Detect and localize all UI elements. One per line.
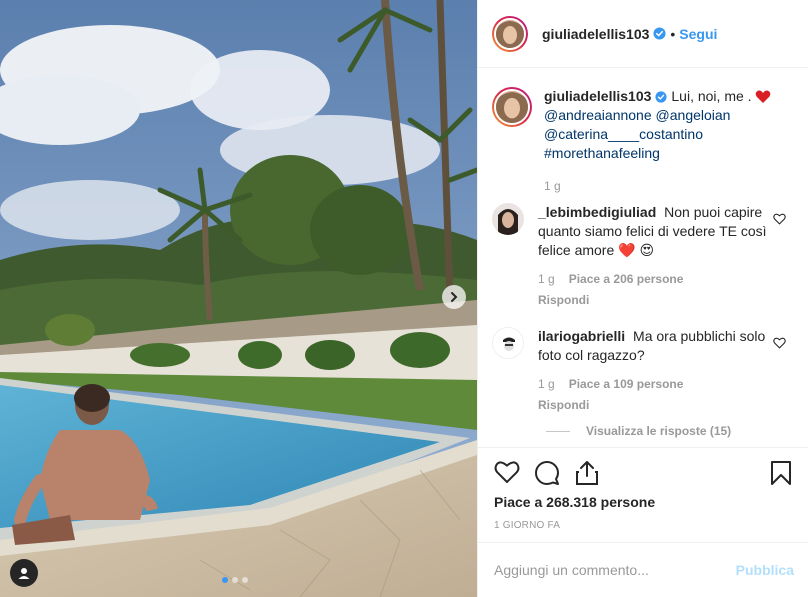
comment-likes[interactable]: Piace a 206 persone: [569, 270, 684, 289]
like-button[interactable]: [494, 460, 520, 487]
comment-input[interactable]: [494, 562, 736, 578]
carousel-dot: [242, 577, 248, 583]
follow-button[interactable]: Segui: [679, 26, 717, 42]
comment-emoji: 😍: [639, 242, 655, 258]
reply-button[interactable]: Rispondi: [538, 396, 776, 415]
comment-icon: [535, 461, 559, 485]
avatar-image: [493, 328, 523, 358]
commenter-avatar[interactable]: [492, 327, 524, 359]
avatar-image: [496, 91, 528, 123]
share-icon: [576, 461, 598, 485]
heart-icon: [494, 461, 520, 483]
caption-mention[interactable]: @caterina____costantino: [544, 126, 703, 142]
caption-text: Lui, noi, me .: [671, 88, 756, 104]
carousel-indicator: [222, 577, 248, 583]
avatar-image: [496, 19, 524, 48]
replies-divider-line: [546, 430, 570, 432]
post-photo: [0, 0, 477, 597]
avatar-image: [492, 203, 524, 235]
reply-button[interactable]: Rispondi: [538, 291, 776, 310]
user-tag-icon: [18, 568, 30, 579]
next-image-button[interactable]: [442, 285, 466, 309]
carousel-dot: [222, 577, 228, 583]
bookmark-icon: [771, 461, 791, 485]
chevron-right-icon: [451, 292, 458, 302]
author-avatar[interactable]: [492, 15, 528, 52]
comment-like-heart-icon[interactable]: [773, 337, 786, 349]
commenter-username[interactable]: _lebimbedigiuliad: [538, 204, 656, 220]
comment-age[interactable]: 1 g: [538, 270, 555, 289]
share-button[interactable]: [574, 460, 600, 489]
comment-likes[interactable]: Piace a 109 persone: [569, 375, 684, 394]
caption-author-avatar[interactable]: [492, 87, 532, 127]
publish-button[interactable]: Pubblica: [736, 562, 794, 578]
likes-count[interactable]: Piace a 268.318 persone: [494, 494, 655, 510]
comments-list[interactable]: giuliadelellis103 Lui, noi, me . @andreai…: [478, 69, 808, 447]
comment-age[interactable]: 1 g: [538, 375, 555, 394]
tagged-users-button[interactable]: [10, 559, 38, 587]
caption-mention[interactable]: @andreaiannone: [544, 107, 652, 123]
red-heart-emoji-icon: [756, 90, 771, 104]
view-replies-label: Visualizza le risposte (15): [586, 424, 732, 438]
caption-mention[interactable]: @angeloian: [656, 107, 731, 123]
comment-item: _lebimbedigiuliad Non puoi capire quanto…: [492, 203, 798, 310]
comment-emoji: ❤️: [618, 242, 636, 258]
carousel-dot: [232, 577, 238, 583]
separator-dot: •: [670, 25, 676, 42]
caption-age[interactable]: 1 g: [544, 177, 561, 196]
comment-button[interactable]: [534, 460, 560, 489]
save-button[interactable]: [770, 460, 792, 489]
comment-like-heart-icon[interactable]: [773, 213, 786, 225]
caption-row: giuliadelellis103 Lui, noi, me . @andreai…: [492, 87, 798, 196]
caption-hashtag[interactable]: #morethanafeeling: [544, 145, 660, 161]
caption-username[interactable]: giuliadelellis103: [544, 88, 651, 104]
comment-item: ilariogabrielli Ma ora pubblichi solo fo…: [492, 327, 798, 415]
post-header: giuliadelellis103 • Segui: [478, 0, 808, 68]
commenter-username[interactable]: ilariogabrielli: [538, 328, 625, 344]
verified-badge-icon: [655, 91, 667, 103]
post-timestamp[interactable]: 1 GIORNO FA: [494, 520, 560, 531]
verified-badge-icon: [653, 27, 666, 40]
add-comment-bar: Pubblica: [478, 542, 808, 597]
commenter-avatar[interactable]: [492, 203, 524, 235]
view-replies-button[interactable]: Visualizza le risposte (15): [546, 424, 731, 438]
post-image[interactable]: [0, 0, 477, 597]
author-username[interactable]: giuliadelellis103: [542, 26, 649, 42]
post-sidebar: giuliadelellis103 • Segui giuliadelellis…: [477, 0, 808, 597]
